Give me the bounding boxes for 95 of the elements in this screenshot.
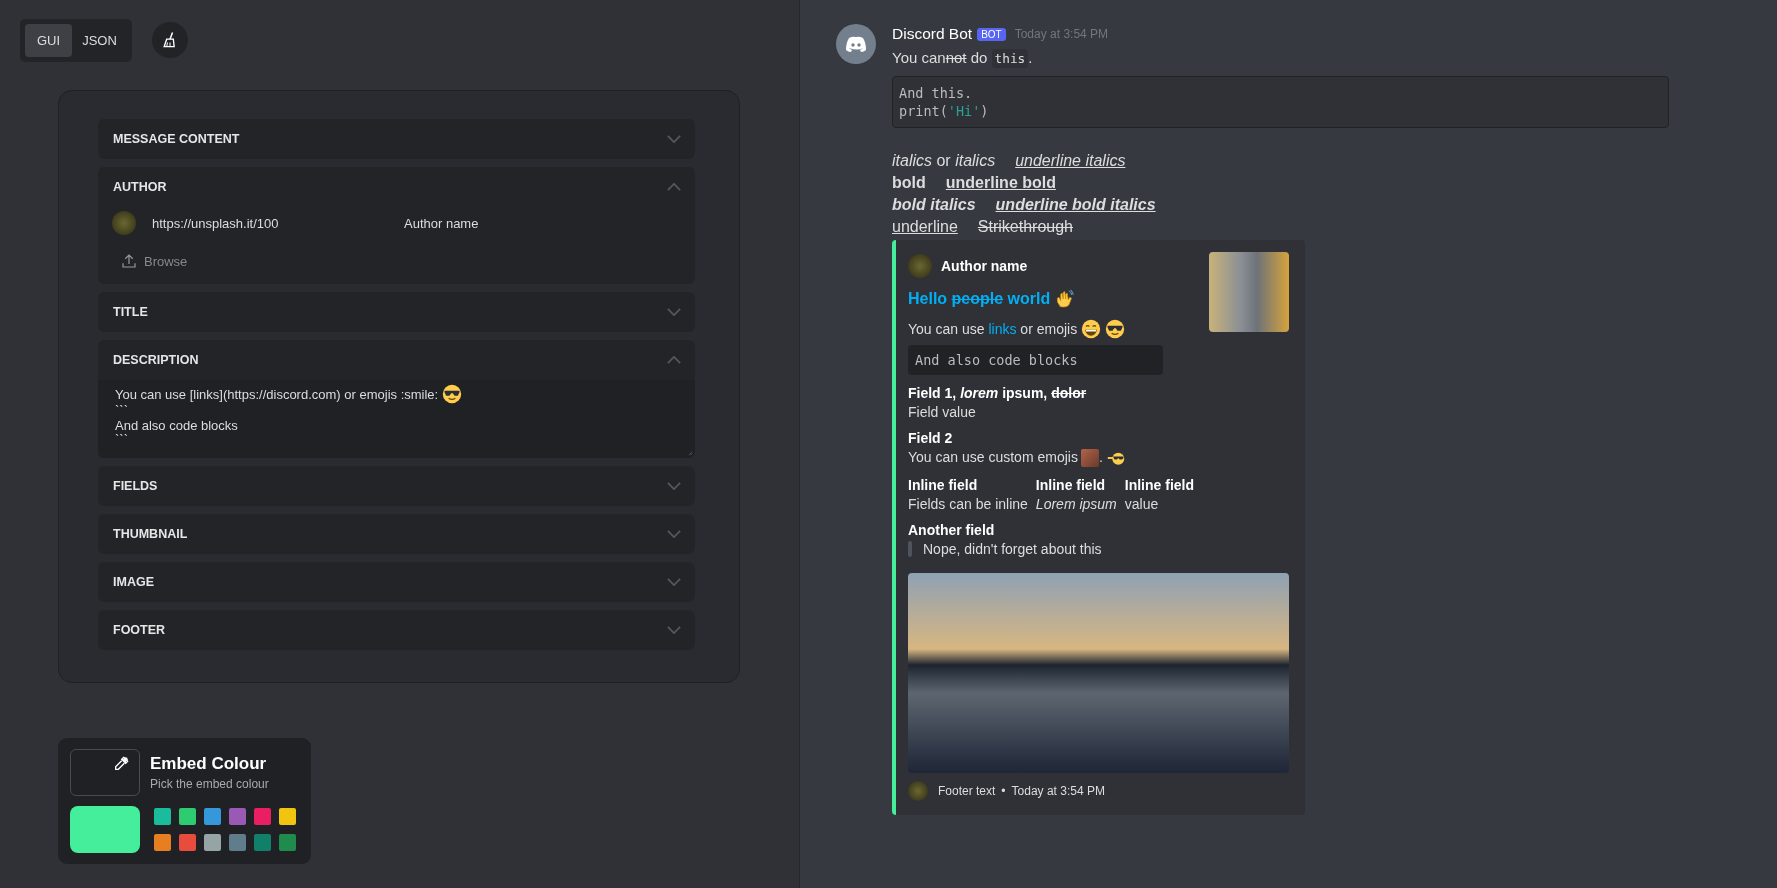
section-title: FIELDS [113, 478, 158, 493]
section-header[interactable]: FIELDS [98, 465, 695, 506]
colour-swatch[interactable] [179, 833, 196, 851]
section-title: MESSAGE CONTENT [113, 132, 240, 146]
markdown-text: italics or italics [892, 152, 996, 169]
colour-swatch[interactable] [279, 807, 296, 825]
author-avatar [112, 211, 136, 235]
field-name: Inline field [908, 477, 978, 493]
field-name: Another field [908, 522, 996, 538]
section-header[interactable]: MESSAGE CONTENT [98, 119, 695, 159]
colour-swatch[interactable] [204, 807, 221, 825]
section-title: THUMBNAIL [113, 526, 188, 541]
section-header[interactable]: THUMBNAIL [98, 513, 695, 554]
waving-hand-icon [1054, 289, 1075, 309]
field-value: You can use custom emojis [908, 449, 1078, 465]
picker-title: Embed Colour [150, 753, 268, 774]
sunglasses-face-icon [1105, 319, 1126, 339]
colour-swatch[interactable] [229, 807, 246, 825]
expand-chevron-icon [667, 529, 681, 538]
description-text: You can use [links](https://discord.com) or emojis :smile: [115, 387, 439, 402]
field-name: Inline field [1035, 477, 1106, 493]
message-text: You cannot do this . [892, 49, 1033, 66]
colour-swatch[interactable] [254, 807, 271, 825]
mode-tab[interactable]: GUI [25, 23, 73, 57]
footer-text: Footer text [938, 784, 996, 798]
picker-subtitle: Pick the embed colour [150, 776, 269, 791]
icon-url-field[interactable]: https://unsplash.it/100 [152, 215, 404, 231]
embed-title[interactable]: Hello people world [908, 290, 1051, 307]
colour-swatch[interactable] [179, 807, 196, 825]
embed-description: You can use links or emojis [908, 321, 1078, 337]
eyedropper-icon [113, 755, 129, 772]
markdown-text: Strikethrough [977, 218, 1073, 235]
description-field[interactable]: You can use [links](https://discord.com) or emojis :smile: ``` And also code blocks ``` [98, 380, 695, 458]
custom-emoji-photo [1080, 449, 1099, 467]
section-header[interactable]: AUTHOR [98, 167, 695, 207]
field-name: Field 1, lorem ipsum, dolor [908, 385, 1088, 401]
expand-chevron-icon [667, 481, 681, 490]
section-title: IMAGE [113, 574, 154, 589]
footer-timestamp: Today at 3:54 PM [1011, 784, 1105, 798]
colour-swatch[interactable] [204, 833, 221, 851]
quote-text: Nope, didn't forget about this [923, 541, 1102, 557]
section-title: DESCRIPTION [113, 353, 199, 367]
colour-picker-field[interactable] [70, 748, 140, 796]
code-block: And this. print('Hi') [892, 76, 1669, 128]
markdown-text: underline bold [945, 174, 1056, 191]
colour-swatch[interactable] [254, 833, 271, 851]
markdown-text: bold [892, 174, 926, 191]
section-header[interactable]: DESCRIPTION [98, 340, 695, 380]
expand-chevron-icon [667, 308, 681, 316]
field-value: Field value [908, 404, 976, 420]
section-header[interactable]: TITLE [98, 292, 695, 332]
embed-author-name: Author name [941, 258, 1028, 274]
grinning-face-icon [1081, 319, 1102, 339]
browse-button[interactable]: Browse [114, 251, 194, 284]
markdown-text: underline [892, 218, 958, 235]
code-block: And also code blocks [908, 345, 1163, 375]
description-text: ``` [115, 403, 128, 418]
colour-swatch[interactable] [229, 833, 246, 851]
mode-tab[interactable]: JSON [72, 23, 127, 57]
upload-icon [120, 252, 138, 270]
field-name: Field 2 [908, 430, 954, 446]
section-title: FOOTER [113, 622, 166, 637]
section-header[interactable]: FOOTER [98, 609, 695, 650]
section-header[interactable]: IMAGE [98, 561, 695, 602]
section-title: AUTHOR [113, 180, 167, 194]
link[interactable]: links [988, 321, 1017, 337]
author-name-field[interactable]: Author name [404, 215, 604, 231]
quote-bar [908, 541, 912, 557]
expand-chevron-icon [667, 625, 681, 634]
bot-badge: BOT [977, 27, 1006, 41]
expand-chevron-icon [667, 135, 681, 143]
footer-separator: • [1001, 784, 1006, 798]
markdown-text: underline italics [1015, 152, 1126, 169]
username[interactable]: Discord Bot [892, 25, 973, 43]
colour-swatch[interactable] [154, 807, 171, 825]
author-avatar [908, 254, 932, 278]
footer-icon-photo [908, 781, 928, 801]
field-value: value [1124, 496, 1159, 512]
expand-chevron-icon [667, 577, 681, 586]
description-text: And also code blocks [115, 417, 238, 433]
sunglasses-face-icon [442, 384, 463, 404]
description-text: ``` [115, 432, 128, 447]
collapse-chevron-icon [667, 356, 681, 364]
clear-button[interactable] [151, 22, 188, 58]
markdown-text: bold italics [892, 196, 976, 213]
section-title: TITLE [113, 305, 148, 319]
field-name: Inline field [1124, 477, 1194, 493]
colour-swatch[interactable] [154, 833, 171, 851]
colour-swatch[interactable] [279, 833, 296, 851]
field-value: Lorem ipsum [1035, 496, 1117, 512]
markdown-text: underline bold italics [995, 196, 1156, 213]
collapse-chevron-icon [667, 183, 681, 191]
message-timestamp: Today at 3:54 PM [1014, 27, 1109, 41]
field-value: . [1098, 449, 1103, 465]
field-value: Fields can be inline [908, 496, 1028, 512]
